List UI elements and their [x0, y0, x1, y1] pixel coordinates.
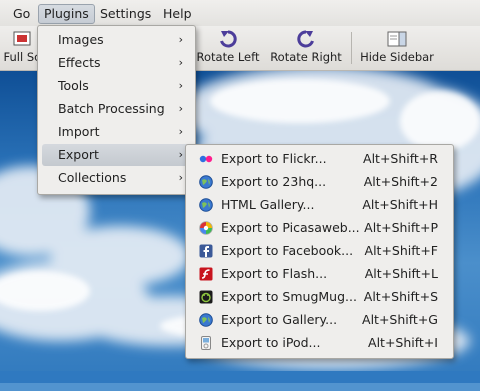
- menu-item-label: Batch Processing: [58, 101, 165, 116]
- flash-icon: [199, 267, 213, 281]
- export-item-label: HTML Gallery...: [221, 197, 315, 212]
- full-screen-icon: [2, 28, 42, 50]
- export-item-shortcut: Alt+Shift+P: [364, 220, 438, 235]
- export-item-shortcut: Alt+Shift+F: [364, 243, 438, 258]
- export-item-shortcut: Alt+Shift+2: [363, 174, 438, 189]
- rotate-left-label: Rotate Left: [196, 50, 260, 64]
- full-screen-label: Full Sc: [3, 50, 41, 64]
- menu-item-label: Images: [58, 32, 104, 47]
- menu-item-label: Collections: [58, 170, 127, 185]
- export-facebook-item[interactable]: Export to Facebook... Alt+Shift+F: [190, 240, 449, 262]
- menubar: Go Plugins Settings Help: [0, 0, 480, 26]
- menu-settings[interactable]: Settings: [95, 5, 156, 23]
- rotate-right-label: Rotate Right: [270, 50, 342, 64]
- hide-sidebar-button[interactable]: Hide Sidebar: [360, 28, 434, 68]
- export-item-shortcut: Alt+Shift+S: [363, 289, 438, 304]
- hide-sidebar-label: Hide Sidebar: [360, 50, 434, 64]
- flickr-icon: [199, 155, 213, 163]
- globe-icon: [199, 175, 213, 189]
- rotate-left-button[interactable]: Rotate Left: [196, 28, 260, 68]
- menu-item-tools[interactable]: Tools ›: [42, 75, 191, 97]
- export-item-shortcut: Alt+Shift+G: [362, 312, 438, 327]
- export-item-label: Export to 23hq...: [221, 174, 327, 189]
- export-item-shortcut: Alt+Shift+H: [362, 197, 438, 212]
- export-item-label: Export to Flash...: [221, 266, 328, 281]
- export-item-label: Export to Facebook...: [221, 243, 354, 258]
- export-item-label: Export to iPod...: [221, 335, 321, 350]
- export-submenu: Export to Flickr... Alt+Shift+R Export t…: [185, 144, 454, 359]
- export-gallery-item[interactable]: Export to Gallery... Alt+Shift+G: [190, 309, 449, 331]
- submenu-arrow-icon: ›: [178, 148, 183, 161]
- export-picasaweb-item[interactable]: Export to Picasaweb... Alt+Shift+P: [190, 217, 449, 239]
- submenu-arrow-icon: ›: [178, 171, 183, 184]
- picasa-icon: [199, 221, 213, 235]
- export-item-label: Export to Gallery...: [221, 312, 338, 327]
- menu-item-batch-processing[interactable]: Batch Processing ›: [42, 98, 191, 120]
- menu-item-effects[interactable]: Effects ›: [42, 52, 191, 74]
- submenu-arrow-icon: ›: [178, 102, 183, 115]
- ipod-icon: [201, 336, 211, 350]
- sidebar-icon: [360, 28, 434, 50]
- menu-item-label: Effects: [58, 55, 101, 70]
- menu-item-import[interactable]: Import ›: [42, 121, 191, 143]
- rotate-right-button[interactable]: Rotate Right: [270, 28, 342, 68]
- export-item-label: Export to Picasaweb...: [221, 220, 360, 235]
- html-gallery-item[interactable]: HTML Gallery... Alt+Shift+H: [190, 194, 449, 216]
- export-item-label: Export to SmugMug...: [221, 289, 357, 304]
- smugmug-icon: [199, 290, 213, 304]
- full-screen-button[interactable]: Full Sc: [2, 28, 42, 68]
- toolbar-separator: [351, 32, 352, 64]
- globe-icon: [199, 198, 213, 212]
- export-ipod-item[interactable]: Export to iPod... Alt+Shift+I: [190, 332, 449, 354]
- export-item-shortcut: Alt+Shift+I: [368, 335, 438, 350]
- menu-go[interactable]: Go: [8, 5, 35, 23]
- facebook-icon: [199, 244, 213, 258]
- export-item-label: Export to Flickr...: [221, 151, 327, 166]
- submenu-arrow-icon: ›: [178, 33, 183, 46]
- export-smugmug-item[interactable]: Export to SmugMug... Alt+Shift+S: [190, 286, 449, 308]
- export-flash-item[interactable]: Export to Flash... Alt+Shift+L: [190, 263, 449, 285]
- menu-item-label: Tools: [58, 78, 89, 93]
- menu-help[interactable]: Help: [158, 5, 197, 23]
- plugins-menu: Images › Effects › Tools › Batch Process…: [37, 25, 196, 195]
- globe-icon: [199, 313, 213, 327]
- export-item-shortcut: Alt+Shift+L: [364, 266, 438, 281]
- menu-item-images[interactable]: Images ›: [42, 29, 191, 51]
- export-flickr-item[interactable]: Export to Flickr... Alt+Shift+R: [190, 148, 449, 170]
- submenu-arrow-icon: ›: [178, 125, 183, 138]
- submenu-arrow-icon: ›: [178, 79, 183, 92]
- rotate-left-icon: [196, 28, 260, 50]
- menu-plugins[interactable]: Plugins: [38, 4, 95, 24]
- menu-item-label: Import: [58, 124, 100, 139]
- menu-item-label: Export: [58, 147, 99, 162]
- export-item-shortcut: Alt+Shift+R: [363, 151, 438, 166]
- menu-item-collections[interactable]: Collections ›: [42, 167, 191, 189]
- menu-item-export[interactable]: Export ›: [42, 144, 191, 166]
- export-23hq-item[interactable]: Export to 23hq... Alt+Shift+2: [190, 171, 449, 193]
- rotate-right-icon: [270, 28, 342, 50]
- submenu-arrow-icon: ›: [178, 56, 183, 69]
